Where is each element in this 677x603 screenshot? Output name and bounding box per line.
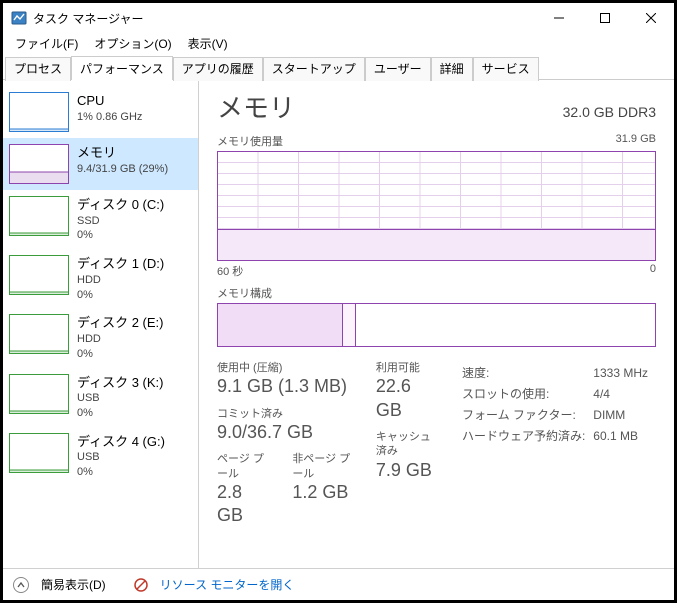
memory-usage-graph[interactable] [217,151,656,261]
tab-details[interactable]: 詳細 [431,57,473,81]
titlebar: タスク マネージャー [3,3,674,33]
stat-paged-pool: ページ プール 2.8 GB [217,452,268,527]
sidebar-item-5[interactable]: ディスク 3 (K:)USB0% [3,368,198,427]
minimize-button[interactable] [536,3,582,33]
stat-committed: コミット済み 9.0/36.7 GB [217,407,352,445]
tab-users[interactable]: ユーザー [365,57,431,81]
menu-view[interactable]: 表示(V) [180,33,236,54]
sidebar-thumb-icon [9,374,69,414]
sidebar-item-title: ディスク 3 (K:) [77,374,194,392]
axis-right: 0 [650,263,656,279]
axis-left: 60 秒 [217,263,243,279]
sidebar-item-line2: USB [77,391,194,406]
memory-info-table: 速度:1333 MHz スロットの使用:4/4 フォーム ファクター:DIMM … [460,361,656,447]
tab-startup[interactable]: スタートアップ [263,57,365,81]
sidebar-item-line2: 9.4/31.9 GB (29%) [77,162,194,177]
sidebar-item-6[interactable]: ディスク 4 (G:)USB0% [3,427,198,486]
sidebar-item-line2: HDD [77,273,194,288]
sidebar-thumb-icon [9,433,69,473]
sidebar-thumb-icon [9,196,69,236]
maximize-button[interactable] [582,3,628,33]
composition-label: メモリ構成 [217,285,272,301]
close-button[interactable] [628,3,674,33]
sidebar-item-1[interactable]: メモリ9.4/31.9 GB (29%) [3,138,198,190]
sidebar-item-line2: HDD [77,332,194,347]
usage-max: 31.9 GB [616,133,656,149]
sidebar-item-title: ディスク 4 (G:) [77,433,194,451]
open-resource-monitor-link[interactable]: リソース モニターを開く [160,576,295,593]
content-area: CPU1% 0.86 GHzメモリ9.4/31.9 GB (29%)ディスク 0… [3,80,674,568]
stat-cached: キャッシュ済み 7.9 GB [376,430,436,482]
main-heading: メモリ [217,88,295,125]
sidebar-item-2[interactable]: ディスク 0 (C:)SSD0% [3,190,198,249]
tab-bar: プロセス パフォーマンス アプリの履歴 スタートアップ ユーザー 詳細 サービス [3,55,674,80]
chevron-up-icon[interactable] [13,577,29,593]
sidebar-item-line3: 0% [77,406,194,421]
menu-options[interactable]: オプション(O) [86,33,179,54]
perf-sidebar[interactable]: CPU1% 0.86 GHzメモリ9.4/31.9 GB (29%)ディスク 0… [3,80,199,568]
stat-nonpaged-pool: 非ページ プール 1.2 GB [292,452,352,527]
sidebar-item-line3: 0% [77,347,194,362]
tab-performance[interactable]: パフォーマンス [71,56,173,80]
tab-app-history[interactable]: アプリの履歴 [173,57,263,81]
sidebar-item-line2: 1% 0.86 GHz [77,110,194,125]
perf-main: メモリ 32.0 GB DDR3 メモリ使用量 31.9 GB 60 秒 0 メ… [199,80,674,568]
fewer-details-button[interactable]: 簡易表示(D) [41,576,106,593]
window-title: タスク マネージャー [33,10,536,27]
sidebar-thumb-icon [9,255,69,295]
sidebar-thumb-icon [9,144,69,184]
sidebar-thumb-icon [9,314,69,354]
sidebar-item-line3: 0% [77,465,194,480]
memory-spec: 32.0 GB DDR3 [563,104,656,120]
stat-available: 利用可能 22.6 GB [376,361,436,422]
sidebar-thumb-icon [9,92,69,132]
menu-file[interactable]: ファイル(F) [7,33,86,54]
menubar: ファイル(F) オプション(O) 表示(V) [3,33,674,53]
sidebar-item-line3: 0% [77,228,194,243]
taskmgr-icon [11,10,27,26]
sidebar-item-title: CPU [77,92,194,110]
bottom-bar: 簡易表示(D) リソース モニターを開く [3,568,674,600]
sidebar-item-line3: 0% [77,288,194,303]
sidebar-item-line2: SSD [77,214,194,229]
usage-label: メモリ使用量 [217,133,283,149]
sidebar-item-0[interactable]: CPU1% 0.86 GHz [3,86,198,138]
sidebar-item-4[interactable]: ディスク 2 (E:)HDD0% [3,308,198,367]
sidebar-item-title: ディスク 2 (E:) [77,314,194,332]
resource-monitor-icon [134,578,148,592]
sidebar-item-title: メモリ [77,144,194,162]
sidebar-item-title: ディスク 0 (C:) [77,196,194,214]
tab-processes[interactable]: プロセス [5,57,71,81]
stat-in-use: 使用中 (圧縮) 9.1 GB (1.3 MB) [217,361,352,399]
tab-services[interactable]: サービス [473,57,539,81]
sidebar-item-title: ディスク 1 (D:) [77,255,194,273]
sidebar-item-line2: USB [77,450,194,465]
sidebar-item-3[interactable]: ディスク 1 (D:)HDD0% [3,249,198,308]
memory-composition-bar[interactable] [217,303,656,347]
